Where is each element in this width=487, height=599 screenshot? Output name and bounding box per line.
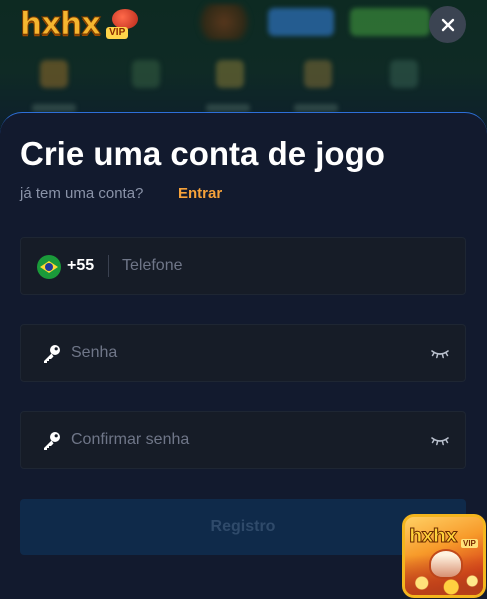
background-nav-icon bbox=[40, 60, 68, 88]
flag-globe bbox=[45, 263, 53, 271]
background-nav-label bbox=[32, 104, 76, 112]
eye-closed-icon[interactable] bbox=[430, 346, 450, 360]
password-field[interactable] bbox=[20, 324, 466, 382]
key-icon bbox=[44, 345, 60, 363]
site-logo[interactable]: hxhx VIP bbox=[19, 6, 170, 43]
brazil-flag-icon[interactable] bbox=[37, 255, 61, 279]
close-icon bbox=[441, 18, 454, 31]
background-nav-label bbox=[294, 104, 338, 112]
phone-field[interactable]: +55 bbox=[20, 237, 466, 295]
field-separator bbox=[108, 255, 109, 277]
floating-app-icon[interactable]: hxhx VIP bbox=[402, 514, 486, 598]
eye-closed-icon[interactable] bbox=[430, 433, 450, 447]
country-dial-code[interactable]: +55 bbox=[67, 257, 94, 275]
background-nav-icon bbox=[304, 60, 332, 88]
register-button[interactable]: Registro bbox=[20, 499, 466, 555]
background-promo-graphic bbox=[196, 4, 252, 40]
close-button[interactable] bbox=[429, 6, 466, 43]
vip-badge: VIP bbox=[106, 27, 129, 39]
confirm-password-field[interactable] bbox=[20, 411, 466, 469]
modal-title: Crie uma conta de jogo bbox=[20, 135, 385, 172]
background-nav-label bbox=[206, 104, 250, 112]
background-nav-icon bbox=[216, 60, 244, 88]
background-register-button bbox=[350, 8, 430, 36]
password-input[interactable] bbox=[71, 325, 421, 381]
background-login-button bbox=[268, 8, 334, 36]
app-icon-vip-badge: VIP bbox=[461, 539, 478, 548]
have-account-text: já tem uma conta? bbox=[20, 185, 144, 202]
coins-icon bbox=[405, 555, 483, 595]
login-link[interactable]: Entrar bbox=[178, 185, 222, 202]
background-nav-icon bbox=[390, 60, 418, 88]
app-icon-logo: hxhx bbox=[409, 525, 459, 548]
confirm-password-input[interactable] bbox=[71, 412, 421, 468]
background-nav-icon bbox=[132, 60, 160, 88]
mascot-icon bbox=[112, 9, 139, 29]
key-icon bbox=[44, 432, 60, 450]
logo-text: hxhx bbox=[19, 6, 101, 43]
phone-input[interactable] bbox=[122, 238, 452, 294]
logo-vip-mascot: VIP bbox=[104, 9, 146, 39]
